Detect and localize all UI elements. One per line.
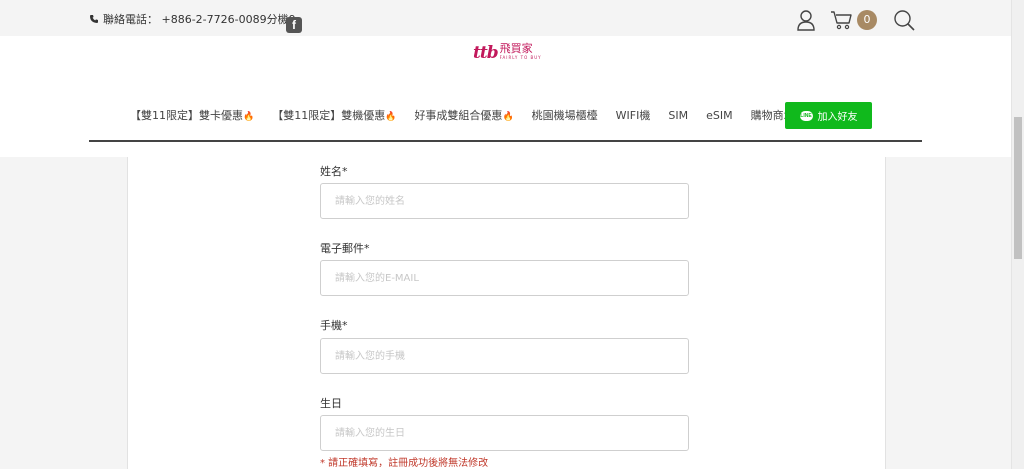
nav-item-double-device[interactable]: 【雙11限定】雙機優惠🔥	[272, 107, 396, 123]
scrollbar-thumb[interactable]	[1014, 117, 1022, 259]
nav-divider	[89, 140, 922, 142]
logo-name: 飛買家	[499, 42, 533, 55]
logo-tagline: FAIRLY TO BUY	[499, 55, 542, 60]
line-add-friend-button[interactable]: LINE 加入好友	[785, 102, 872, 129]
logo-script: ttb	[473, 43, 499, 63]
registration-note: * 請正確填寫，註冊成功後將無法修改	[320, 458, 489, 469]
email-field: 電子郵件*	[320, 240, 689, 296]
birthday-label: 生日	[320, 397, 342, 410]
phone-field-label: 手機*	[320, 319, 348, 332]
birthday-input[interactable]	[320, 415, 689, 451]
name-input[interactable]	[320, 183, 689, 219]
nav-item-airport-counter[interactable]: 桃園機場櫃檯	[532, 107, 598, 123]
line-button-label: 加入好友	[817, 112, 858, 123]
scrollbar[interactable]	[1011, 0, 1024, 469]
phone-label: 聯絡電話： +886-2-7726-0089分機9	[103, 13, 296, 26]
site-header: ttb 飛買家 FAIRLY TO BUY 【雙11限定】雙卡優惠🔥 【雙11限…	[0, 36, 1011, 157]
phone-icon	[90, 15, 98, 23]
name-field: 姓名*	[320, 163, 689, 219]
nav-item-double-card[interactable]: 【雙11限定】雙卡優惠🔥	[130, 107, 254, 123]
cart-icon[interactable]	[830, 10, 854, 30]
cart-count-badge[interactable]: 0	[857, 10, 877, 30]
mobile-input[interactable]	[320, 338, 689, 374]
nav-item-wifi[interactable]: WIFI機	[616, 107, 651, 123]
nav-item-sim[interactable]: SIM	[668, 109, 688, 122]
site-logo[interactable]: ttb 飛買家 FAIRLY TO BUY	[473, 42, 542, 64]
phone-field: 手機*	[320, 317, 689, 374]
name-label: 姓名*	[320, 165, 348, 178]
search-icon[interactable]	[893, 9, 915, 31]
nav-item-combo[interactable]: 好事成雙組合優惠🔥	[414, 107, 513, 123]
main-nav: 【雙11限定】雙卡優惠🔥 【雙11限定】雙機優惠🔥 好事成雙組合優惠🔥 桃園機場…	[130, 107, 813, 123]
fire-icon: 🔥	[502, 112, 514, 122]
facebook-icon[interactable]: f	[286, 17, 302, 33]
fire-icon: 🔥	[243, 112, 255, 122]
contact-phone: 聯絡電話： +886-2-7726-0089分機9	[89, 11, 296, 27]
top-bar: 聯絡電話： +886-2-7726-0089分機9 f 0	[0, 0, 1011, 36]
email-input[interactable]	[320, 260, 689, 296]
fire-icon: 🔥	[385, 112, 397, 122]
email-label: 電子郵件*	[320, 242, 370, 255]
nav-item-esim[interactable]: eSIM	[706, 109, 733, 122]
user-icon[interactable]	[795, 9, 817, 31]
birthday-field: 生日	[320, 395, 689, 451]
line-icon: LINE	[799, 110, 813, 121]
